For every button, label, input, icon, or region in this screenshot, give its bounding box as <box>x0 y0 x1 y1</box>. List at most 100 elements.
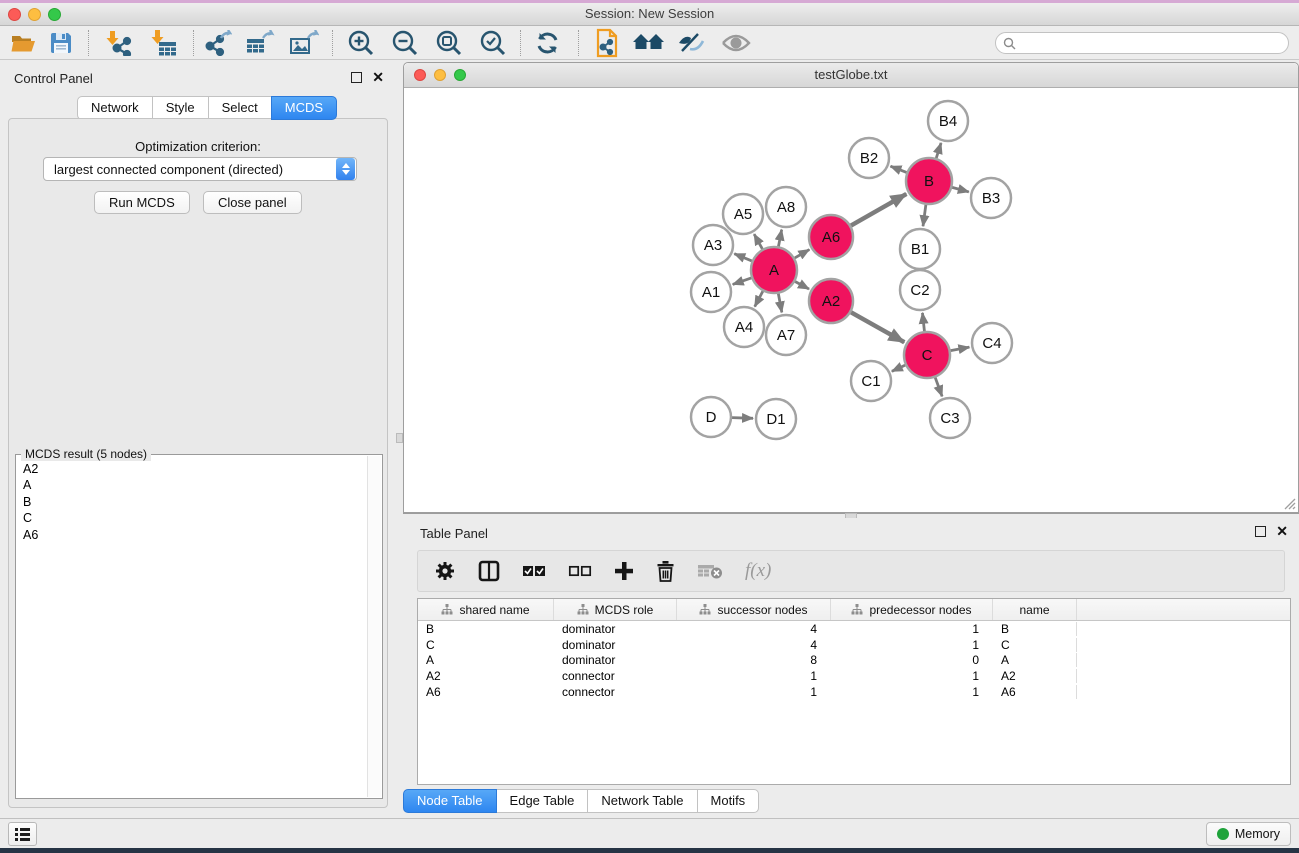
eye-icon[interactable] <box>719 28 753 58</box>
column-header-mcds-role[interactable]: MCDS role <box>554 599 677 620</box>
delete-icon[interactable] <box>656 560 675 582</box>
graph-node-A1[interactable]: A1 <box>691 272 731 312</box>
graph-edge-A-A6[interactable] <box>795 250 810 258</box>
zoom-out-icon[interactable] <box>388 28 422 58</box>
open-file-icon[interactable] <box>6 28 40 58</box>
search-box[interactable] <box>995 32 1289 54</box>
graph-edge-B-B1[interactable] <box>923 205 926 226</box>
column-header-name[interactable]: name <box>993 599 1077 620</box>
close-panel-icon[interactable]: ✕ <box>372 72 384 83</box>
column-selector-icon[interactable] <box>478 560 500 582</box>
graph-node-B3[interactable]: B3 <box>971 178 1011 218</box>
graph-edge-A6-B[interactable] <box>851 194 906 226</box>
graph-edge-A-A1[interactable] <box>733 278 752 285</box>
zoom-window-button[interactable] <box>48 8 61 21</box>
result-scrollbar[interactable] <box>367 456 381 797</box>
mcds-result-item[interactable]: C <box>23 510 367 526</box>
table-row[interactable]: Adominator80A <box>418 653 1290 669</box>
graph-node-C[interactable]: C <box>904 332 950 378</box>
graph-edge-A2-C[interactable] <box>851 312 904 342</box>
graph-node-C3[interactable]: C3 <box>930 398 970 438</box>
network-zoom-button[interactable] <box>454 69 466 81</box>
tab-motifs[interactable]: Motifs <box>697 789 760 813</box>
network-close-button[interactable] <box>414 69 426 81</box>
network-canvas[interactable]: ABCA6A2A1A3A4A5A7A8B1B2B3B4C1C2C3C4DD1 <box>404 88 1298 512</box>
graph-node-A7[interactable]: A7 <box>766 315 806 355</box>
tab-node-table[interactable]: Node Table <box>403 789 497 813</box>
import-table-icon[interactable] <box>146 28 180 58</box>
tab-network[interactable]: Network <box>77 96 153 120</box>
column-header-shared-name[interactable]: shared name <box>418 599 554 620</box>
float-table-panel-icon[interactable] <box>1255 526 1266 537</box>
graph-edge-C-C4[interactable] <box>951 347 970 350</box>
mcds-result-item[interactable]: A2 <box>23 461 367 477</box>
graph-node-B[interactable]: B <box>906 158 952 204</box>
graph-edge-A-A2[interactable] <box>795 281 809 289</box>
graph-node-C1[interactable]: C1 <box>851 361 891 401</box>
graph-node-A[interactable]: A <box>751 247 797 293</box>
float-panel-icon[interactable] <box>351 72 362 83</box>
close-panel-button[interactable]: Close panel <box>203 191 302 214</box>
minimize-window-button[interactable] <box>28 8 41 21</box>
graph-edge-A-A3[interactable] <box>734 254 752 261</box>
save-session-icon[interactable] <box>44 28 78 58</box>
import-network-icon[interactable] <box>101 28 135 58</box>
column-header-predecessor-nodes[interactable]: predecessor nodes <box>831 599 993 620</box>
hide-details-icon[interactable] <box>674 28 708 58</box>
graph-edge-B-B3[interactable] <box>952 187 969 192</box>
vertical-splitter[interactable] <box>396 60 403 513</box>
vertical-splitter-handle[interactable] <box>396 433 403 443</box>
tab-mcds[interactable]: MCDS <box>271 96 337 120</box>
graph-edge-D-D1[interactable] <box>732 418 753 419</box>
export-image-icon[interactable] <box>287 28 321 58</box>
node-table-body[interactable]: Bdominator41BCdominator41CAdominator80AA… <box>418 621 1290 700</box>
close-table-panel-icon[interactable]: ✕ <box>1276 526 1288 537</box>
home-icon[interactable] <box>632 28 666 58</box>
mcds-result-item[interactable]: B <box>23 494 367 510</box>
graph-node-B2[interactable]: B2 <box>849 138 889 178</box>
zoom-selected-icon[interactable] <box>476 28 510 58</box>
network-minimize-button[interactable] <box>434 69 446 81</box>
graph-edge-A-A7[interactable] <box>778 294 781 313</box>
select-all-icon[interactable] <box>522 564 546 578</box>
zoom-fit-icon[interactable] <box>432 28 466 58</box>
criterion-dropdown[interactable]: largest connected component (directed) <box>43 157 357 181</box>
search-input[interactable] <box>1016 36 1288 50</box>
memory-button[interactable]: Memory <box>1206 822 1291 846</box>
graph-edge-A-A8[interactable] <box>778 230 781 247</box>
gear-icon[interactable] <box>434 560 456 582</box>
tab-style[interactable]: Style <box>152 96 209 120</box>
table-row[interactable]: A6connector11A6 <box>418 684 1290 700</box>
task-history-button[interactable] <box>8 822 37 846</box>
column-header-successor-nodes[interactable]: successor nodes <box>677 599 831 620</box>
graph-node-A4[interactable]: A4 <box>724 307 764 347</box>
graph-edge-C-C2[interactable] <box>922 313 924 331</box>
close-window-button[interactable] <box>8 8 21 21</box>
graph-edge-A-A4[interactable] <box>755 291 763 306</box>
table-row[interactable]: Bdominator41B <box>418 621 1290 637</box>
graph-edge-B-B4[interactable] <box>936 143 941 158</box>
graph-node-C4[interactable]: C4 <box>972 323 1012 363</box>
function-builder-icon[interactable]: f(x) <box>745 560 771 582</box>
graph-edge-C-C3[interactable] <box>935 378 942 397</box>
graph-node-B4[interactable]: B4 <box>928 101 968 141</box>
graph-node-A8[interactable]: A8 <box>766 187 806 227</box>
graph-node-A5[interactable]: A5 <box>723 194 763 234</box>
add-column-icon[interactable] <box>614 561 634 581</box>
mcds-result-list[interactable]: A2ABCA6 <box>17 457 367 797</box>
deselect-all-icon[interactable] <box>568 564 592 578</box>
graph-node-D1[interactable]: D1 <box>756 399 796 439</box>
graph-edge-C-C1[interactable] <box>892 365 905 371</box>
tab-network-table[interactable]: Network Table <box>587 789 697 813</box>
zoom-in-icon[interactable] <box>344 28 378 58</box>
graph-edge-A-A5[interactable] <box>754 234 762 249</box>
table-row[interactable]: A2connector11A2 <box>418 668 1290 684</box>
node-table[interactable]: shared name MCDS role successor nodes pr… <box>417 598 1291 785</box>
clone-network-icon[interactable] <box>591 28 625 58</box>
graph-edge-B-B2[interactable] <box>890 166 906 172</box>
refresh-icon[interactable] <box>531 28 565 58</box>
mcds-result-item[interactable]: A <box>23 477 367 493</box>
graph-node-A2[interactable]: A2 <box>809 279 853 323</box>
graph-node-C2[interactable]: C2 <box>900 270 940 310</box>
network-graph[interactable]: ABCA6A2A1A3A4A5A7A8B1B2B3B4C1C2C3C4DD1 <box>404 88 1298 512</box>
